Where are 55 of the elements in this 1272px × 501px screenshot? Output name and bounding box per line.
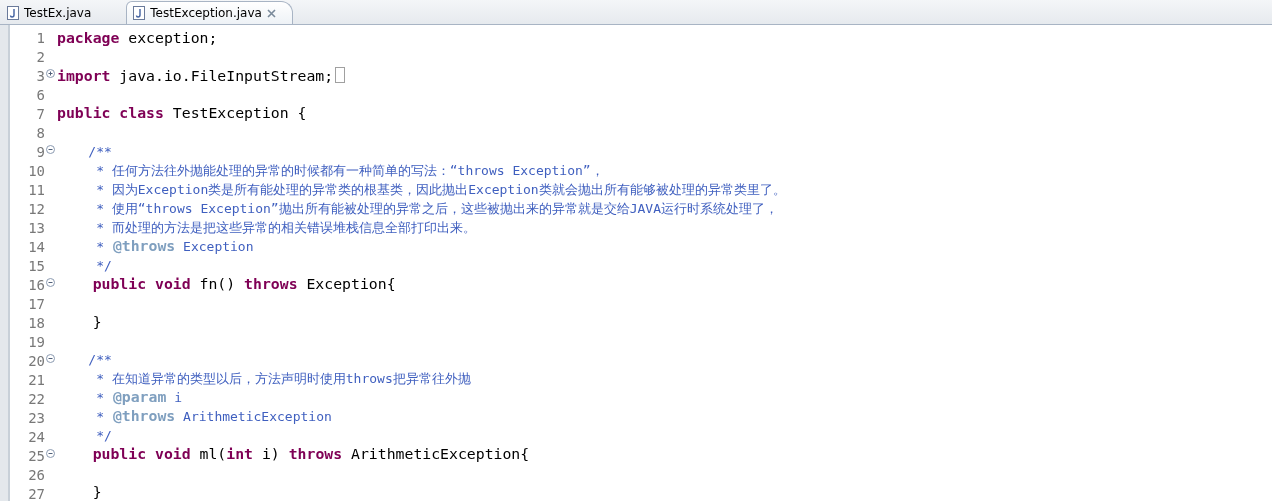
collapse-icon[interactable] <box>46 278 55 287</box>
code-line: /** <box>87 142 112 161</box>
line-number: 6 <box>36 86 45 103</box>
code-line: } <box>91 482 102 501</box>
line-number: 27 <box>28 485 45 501</box>
editor-tab[interactable]: TestEx.java <box>0 1 109 24</box>
code-line: package exception; <box>57 28 218 47</box>
code-line: * 因为Exception类是所有能处理的异常类的根基类，因此抛出Exception类就会抛出所有能够被处理的异常类里了。 <box>95 180 786 199</box>
code-line: * @throws Exception <box>95 235 254 256</box>
code-line: import java.io.FileInputStream; <box>57 65 334 85</box>
line-number: 1 <box>36 29 45 46</box>
line-number: 19 <box>28 333 45 350</box>
code-line: */ <box>95 426 112 445</box>
line-number: 22 <box>28 390 45 407</box>
code-line: * 使用“throws Exception”抛出所有能被处理的异常之后，这些被抛出来的异常就是交给JAVA运行时系统处理了， <box>95 199 778 218</box>
code-line: } <box>91 311 102 331</box>
code-line: public void fn() throws Exception{ <box>91 274 396 293</box>
code-line: * @param i <box>95 386 182 407</box>
code-line: * @throws ArithmeticException <box>95 405 332 426</box>
code-line: * 任何方法往外抛能处理的异常的时候都有一种简单的写法：“throws Exception”， <box>95 161 604 180</box>
java-file-icon <box>7 6 19 20</box>
line-number: 11 <box>28 181 45 198</box>
expand-icon[interactable] <box>46 69 55 78</box>
folded-code-marker[interactable] <box>335 67 346 84</box>
line-number: 23 <box>28 409 45 426</box>
line-number: 24 <box>28 428 45 445</box>
close-icon[interactable] <box>266 8 276 18</box>
line-number: 7 <box>36 105 45 122</box>
line-number: 13 <box>28 219 45 236</box>
collapse-icon[interactable] <box>46 449 55 458</box>
line-number: 18 <box>28 314 45 331</box>
code-line: public void ml(int i) throws ArithmeticException{ <box>91 444 530 464</box>
code-line: /** <box>87 350 112 369</box>
line-number: 8 <box>36 124 45 141</box>
code-line: * 在知道异常的类型以后，方法声明时使用throws把异常往外抛 <box>95 369 471 388</box>
line-number: 9 <box>36 143 45 160</box>
line-number: 2 <box>36 48 45 65</box>
line-number: 25 <box>28 447 45 464</box>
line-number: 20 <box>28 352 45 369</box>
line-number: 3 <box>36 67 45 84</box>
line-number: 15 <box>28 257 45 274</box>
collapse-icon[interactable] <box>46 354 55 363</box>
editor-tab[interactable]: TestException.java <box>126 1 293 24</box>
line-number: 16 <box>28 276 45 293</box>
code-line: public class TestException { <box>57 103 307 123</box>
line-number: 21 <box>28 371 45 388</box>
line-number: 26 <box>28 466 45 483</box>
line-number: 17 <box>28 295 45 312</box>
line-number: 14 <box>28 238 45 255</box>
line-number: 12 <box>28 200 45 217</box>
java-file-icon <box>133 6 146 20</box>
code-line: */ <box>95 256 112 275</box>
collapse-icon[interactable] <box>46 145 55 154</box>
line-number: 10 <box>28 162 45 179</box>
code-line: * 而处理的方法是把这些异常的相关错误堆栈信息全部打印出来。 <box>95 218 476 237</box>
